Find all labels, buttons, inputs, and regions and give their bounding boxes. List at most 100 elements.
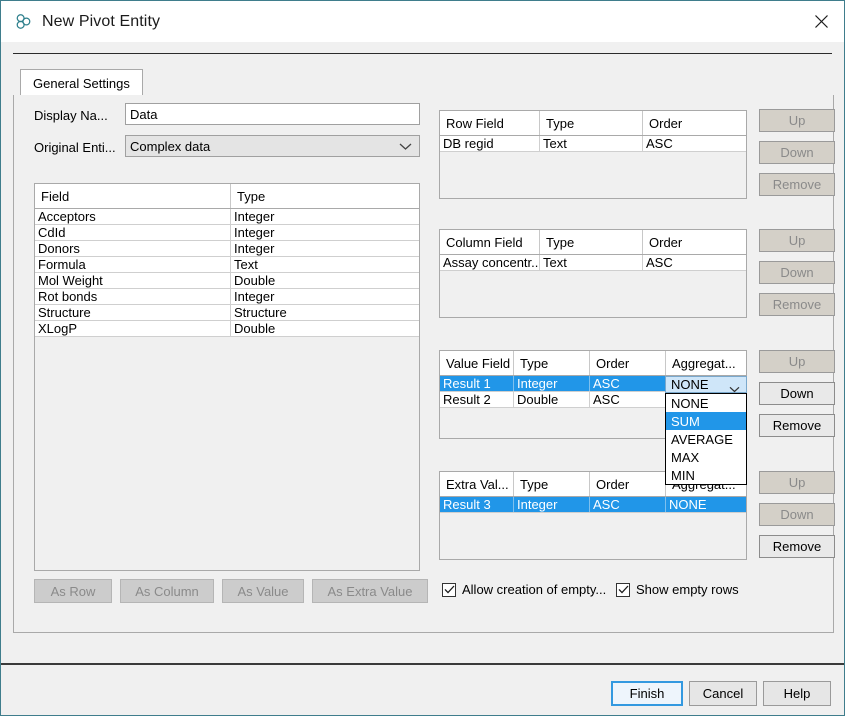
cell-type: Integer	[514, 376, 590, 391]
row-remove-label: Remove	[773, 177, 821, 192]
cell-type: Structure	[231, 305, 419, 320]
row-field-table[interactable]: Row Field Type Order DB regid Text ASC	[439, 110, 747, 199]
table-row[interactable]: DonorsInteger	[35, 241, 419, 257]
dropdown-option-none[interactable]: NONE	[666, 394, 746, 412]
extra-value-body: Result 3 Integer ASC NONE	[440, 497, 746, 513]
column-down-button[interactable]: Down	[759, 261, 835, 284]
dropdown-option-min[interactable]: MIN	[666, 466, 746, 484]
cell-field: Formula	[35, 257, 231, 272]
column-field-th: Column Field	[440, 230, 540, 254]
as-value-button[interactable]: As Value	[222, 579, 304, 603]
finish-button[interactable]: Finish	[611, 681, 683, 706]
as-extra-value-label: As Extra Value	[327, 584, 412, 599]
row-down-label: Down	[780, 145, 813, 160]
original-entity-select[interactable]: Complex data	[125, 135, 420, 157]
table-row[interactable]: Result 3 Integer ASC NONE	[440, 497, 746, 513]
value-field-th: Value Field	[440, 351, 514, 375]
cell-type: Integer	[231, 289, 419, 304]
tab-label: General Settings	[33, 76, 130, 91]
row-field-body: DB regid Text ASC	[440, 136, 746, 152]
extra-value-th: Order	[590, 472, 666, 496]
table-row[interactable]: Assay concentr... Text ASC	[440, 255, 746, 271]
help-button[interactable]: Help	[763, 681, 831, 706]
chevron-down-icon	[399, 139, 412, 154]
cell-order: ASC	[643, 136, 746, 151]
extra-down-button[interactable]: Down	[759, 503, 835, 526]
table-row[interactable]: CdIdInteger	[35, 225, 419, 241]
cell-field: Result 3	[440, 497, 514, 512]
bottom-separator	[1, 663, 844, 665]
show-empty-rows-label: Show empty rows	[636, 582, 739, 597]
checkbox-box	[442, 583, 456, 597]
table-row[interactable]: AcceptorsInteger	[35, 209, 419, 225]
column-field-body: Assay concentr... Text ASC	[440, 255, 746, 271]
row-field-th: Row Field	[440, 111, 540, 135]
cell-field: Rot bonds	[35, 289, 231, 304]
row-remove-button[interactable]: Remove	[759, 173, 835, 196]
allow-empty-label: Allow creation of empty...	[462, 582, 606, 597]
cell-aggregation: NONE	[666, 497, 746, 512]
as-column-label: As Column	[135, 584, 199, 599]
as-extra-value-button[interactable]: As Extra Value	[312, 579, 428, 603]
value-down-label: Down	[780, 386, 813, 401]
display-name-input[interactable]: Data	[125, 103, 420, 125]
extra-up-label: Up	[789, 475, 806, 490]
column-up-label: Up	[789, 233, 806, 248]
table-row[interactable]: Mol WeightDouble	[35, 273, 419, 289]
table-row[interactable]: Rot bondsInteger	[35, 289, 419, 305]
column-remove-label: Remove	[773, 297, 821, 312]
tab-general-settings[interactable]: General Settings	[20, 69, 143, 96]
aggregation-dropdown-list[interactable]: NONE SUM AVERAGE MAX MIN	[665, 393, 747, 485]
extra-up-button[interactable]: Up	[759, 471, 835, 494]
table-row[interactable]: FormulaText	[35, 257, 419, 273]
as-row-button[interactable]: As Row	[34, 579, 112, 603]
cell-order: ASC	[590, 497, 666, 512]
column-field-table[interactable]: Column Field Type Order Assay concentr..…	[439, 229, 747, 318]
column-field-header: Column Field Type Order	[440, 230, 746, 255]
table-row[interactable]: StructureStructure	[35, 305, 419, 321]
value-down-button[interactable]: Down	[759, 382, 835, 405]
close-icon[interactable]	[798, 1, 844, 42]
value-field-th: Type	[514, 351, 590, 375]
new-pivot-entity-dialog: New Pivot Entity General Settings Displa…	[0, 0, 845, 716]
cell-type: Double	[231, 273, 419, 288]
row-field-th: Order	[643, 111, 746, 135]
row-field-header: Row Field Type Order	[440, 111, 746, 136]
dropdown-option-sum[interactable]: SUM	[666, 412, 746, 430]
row-up-button[interactable]: Up	[759, 109, 835, 132]
aggregation-select[interactable]: NONE	[665, 376, 747, 393]
as-row-label: As Row	[51, 584, 96, 599]
table-row[interactable]: XLogPDouble	[35, 321, 419, 337]
row-field-th: Type	[540, 111, 643, 135]
checkbox-box	[616, 583, 630, 597]
value-remove-button[interactable]: Remove	[759, 414, 835, 437]
dropdown-option-average[interactable]: AVERAGE	[666, 430, 746, 448]
extra-remove-button[interactable]: Remove	[759, 535, 835, 558]
value-up-button[interactable]: Up	[759, 350, 835, 373]
window-title: New Pivot Entity	[42, 13, 160, 31]
show-empty-rows-checkbox[interactable]: Show empty rows	[616, 582, 739, 597]
cell-type: Integer	[231, 241, 419, 256]
cell-field: Donors	[35, 241, 231, 256]
title-bar: New Pivot Entity	[1, 1, 844, 42]
row-down-button[interactable]: Down	[759, 141, 835, 164]
table-row[interactable]: DB regid Text ASC	[440, 136, 746, 152]
dropdown-option-max[interactable]: MAX	[666, 448, 746, 466]
tab-strip: General Settings	[13, 67, 834, 96]
column-remove-button[interactable]: Remove	[759, 293, 835, 316]
column-up-button[interactable]: Up	[759, 229, 835, 252]
cell-field: Mol Weight	[35, 273, 231, 288]
allow-empty-checkbox[interactable]: Allow creation of empty...	[442, 582, 606, 597]
column-down-label: Down	[780, 265, 813, 280]
fields-table[interactable]: Field Type AcceptorsInteger CdIdInteger …	[34, 183, 420, 571]
row-up-label: Up	[789, 113, 806, 128]
value-remove-label: Remove	[773, 418, 821, 433]
extra-remove-label: Remove	[773, 539, 821, 554]
cancel-button[interactable]: Cancel	[689, 681, 757, 706]
as-column-button[interactable]: As Column	[120, 579, 214, 603]
display-name-label: Display Na...	[34, 108, 108, 123]
cell-type: Integer	[231, 225, 419, 240]
aggregation-value: NONE	[671, 377, 709, 392]
extra-value-th: Extra Val...	[440, 472, 514, 496]
molecule-icon	[13, 12, 33, 32]
